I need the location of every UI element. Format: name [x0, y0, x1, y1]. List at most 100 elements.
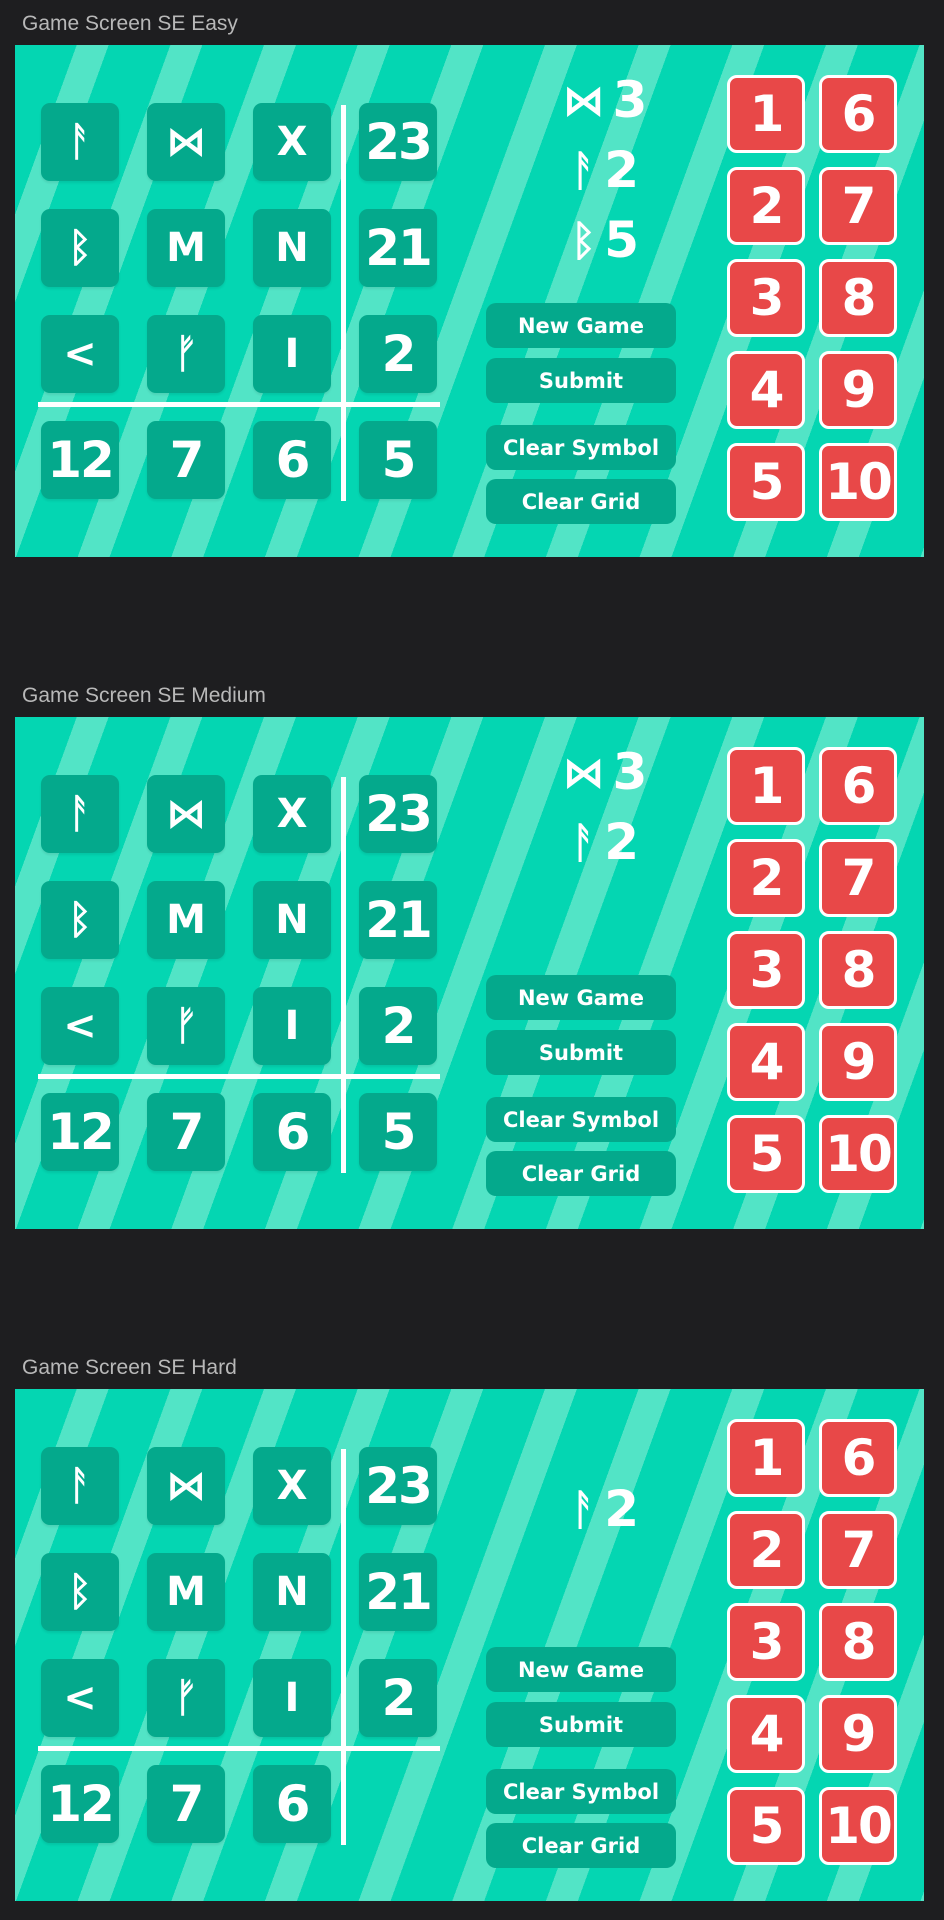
game-screen: ᚨ ⋈ X ᛒ M N < ᚠ I 23 21 2 12 7 6 ᚨ 2 New Game Submit Clear …: [15, 1389, 924, 1901]
symbol-tile[interactable]: ⋈: [147, 775, 225, 853]
clue-symbol: ᚨ: [571, 1484, 597, 1534]
frame-label: Game Screen SE Medium: [22, 684, 266, 707]
number-key[interactable]: 5: [727, 443, 805, 521]
clear-grid-button[interactable]: Clear Grid: [486, 1823, 676, 1868]
number-key[interactable]: 4: [727, 351, 805, 429]
row-sum-tile: 21: [359, 209, 437, 287]
number-key[interactable]: 6: [819, 747, 897, 825]
symbol-tile[interactable]: <: [41, 1659, 119, 1737]
symbol-tile[interactable]: ᚠ: [147, 1659, 225, 1737]
number-key[interactable]: 1: [727, 747, 805, 825]
new-game-button[interactable]: New Game: [486, 1647, 676, 1692]
game-screen: ᚨ ⋈ X ᛒ M N < ᚠ I 23 21 2 12 7 6 5 ⋈ 3 ᚨ 2 New Game Submit Cle…: [15, 717, 924, 1229]
submit-button[interactable]: Submit: [486, 358, 676, 403]
number-key[interactable]: 10: [819, 1115, 897, 1193]
clear-symbol-button[interactable]: Clear Symbol: [486, 1097, 676, 1142]
symbol-tile[interactable]: <: [41, 315, 119, 393]
symbol-tile[interactable]: ᚠ: [147, 315, 225, 393]
symbol-tile[interactable]: M: [147, 209, 225, 287]
clear-symbol-button[interactable]: Clear Symbol: [486, 1769, 676, 1814]
number-key[interactable]: 4: [727, 1023, 805, 1101]
symbol-tile[interactable]: ⋈: [147, 1447, 225, 1525]
symbol-tile[interactable]: M: [147, 1553, 225, 1631]
grid-divider-horizontal: [38, 1746, 440, 1751]
number-key[interactable]: 8: [819, 1603, 897, 1681]
symbol-tile[interactable]: X: [253, 1447, 331, 1525]
number-key[interactable]: 6: [819, 1419, 897, 1497]
symbol-tile[interactable]: I: [253, 315, 331, 393]
number-key[interactable]: 1: [727, 1419, 805, 1497]
number-key[interactable]: 10: [819, 1787, 897, 1865]
symbol-tile[interactable]: N: [253, 881, 331, 959]
clue-value: 5: [604, 211, 639, 269]
number-key[interactable]: 3: [727, 1603, 805, 1681]
column-sum-tile: 6: [253, 421, 331, 499]
row-sum-tile: 2: [359, 1659, 437, 1737]
clue-value: 2: [604, 141, 639, 199]
number-key[interactable]: 3: [727, 259, 805, 337]
symbol-tile[interactable]: ᚠ: [147, 987, 225, 1065]
symbol-tile[interactable]: ᛒ: [41, 209, 119, 287]
clear-symbol-button[interactable]: Clear Symbol: [486, 425, 676, 470]
submit-button[interactable]: Submit: [486, 1030, 676, 1075]
column-sum-tile: 7: [147, 421, 225, 499]
number-key[interactable]: 2: [727, 167, 805, 245]
row-sum-tile: 23: [359, 775, 437, 853]
symbol-tile[interactable]: I: [253, 1659, 331, 1737]
number-key[interactable]: 5: [727, 1115, 805, 1193]
clue-symbol: ᚨ: [571, 817, 597, 867]
column-sum-tile: 5: [359, 421, 437, 499]
row-sum-tile: 21: [359, 881, 437, 959]
symbol-tile[interactable]: ᚨ: [41, 775, 119, 853]
clue-symbol: ᛒ: [571, 215, 597, 265]
column-sum-tile: 5: [359, 1093, 437, 1171]
submit-button[interactable]: Submit: [486, 1702, 676, 1747]
clue-row: ⋈ 3: [495, 742, 715, 802]
clue-row: ᛒ5: [495, 210, 715, 270]
row-sum-tile: 21: [359, 1553, 437, 1631]
row-sum-tile: 23: [359, 103, 437, 181]
symbol-tile[interactable]: ᛒ: [41, 1553, 119, 1631]
grid-divider-horizontal: [38, 402, 440, 407]
row-sum-tile: 2: [359, 315, 437, 393]
number-key[interactable]: 8: [819, 931, 897, 1009]
symbol-tile[interactable]: ᚨ: [41, 103, 119, 181]
symbol-tile[interactable]: X: [253, 775, 331, 853]
symbol-tile[interactable]: ᛒ: [41, 881, 119, 959]
symbol-tile[interactable]: N: [253, 1553, 331, 1631]
clue-row: ⋈ 3: [495, 70, 715, 130]
symbol-tile[interactable]: <: [41, 987, 119, 1065]
clear-grid-button[interactable]: Clear Grid: [486, 1151, 676, 1196]
symbol-tile[interactable]: M: [147, 881, 225, 959]
number-key[interactable]: 7: [819, 839, 897, 917]
number-key[interactable]: 7: [819, 1511, 897, 1589]
symbol-tile[interactable]: I: [253, 987, 331, 1065]
number-key[interactable]: 6: [819, 75, 897, 153]
number-key[interactable]: 2: [727, 839, 805, 917]
number-key[interactable]: 7: [819, 167, 897, 245]
frame-label: Game Screen SE Easy: [22, 12, 238, 35]
number-key[interactable]: 9: [819, 1023, 897, 1101]
number-key[interactable]: 5: [727, 1787, 805, 1865]
new-game-button[interactable]: New Game: [486, 975, 676, 1020]
number-key[interactable]: 4: [727, 1695, 805, 1773]
number-key[interactable]: 8: [819, 259, 897, 337]
new-game-button[interactable]: New Game: [486, 303, 676, 348]
number-key[interactable]: 3: [727, 931, 805, 1009]
clue-row: ᚨ2: [495, 812, 715, 872]
symbol-tile[interactable]: ᚨ: [41, 1447, 119, 1525]
number-key[interactable]: 9: [819, 1695, 897, 1773]
clear-grid-button[interactable]: Clear Grid: [486, 479, 676, 524]
clue-value: 3: [612, 71, 648, 129]
clue-symbol: ⋈: [562, 75, 605, 125]
number-key[interactable]: 2: [727, 1511, 805, 1589]
number-key[interactable]: 10: [819, 443, 897, 521]
number-key[interactable]: 9: [819, 351, 897, 429]
symbol-tile[interactable]: N: [253, 209, 331, 287]
symbol-tile[interactable]: X: [253, 103, 331, 181]
row-sum-tile: 23: [359, 1447, 437, 1525]
clue-row: ᚨ2: [495, 140, 715, 200]
symbol-tile[interactable]: ⋈: [147, 103, 225, 181]
number-key[interactable]: 1: [727, 75, 805, 153]
column-sum-tile: 12: [41, 421, 119, 499]
